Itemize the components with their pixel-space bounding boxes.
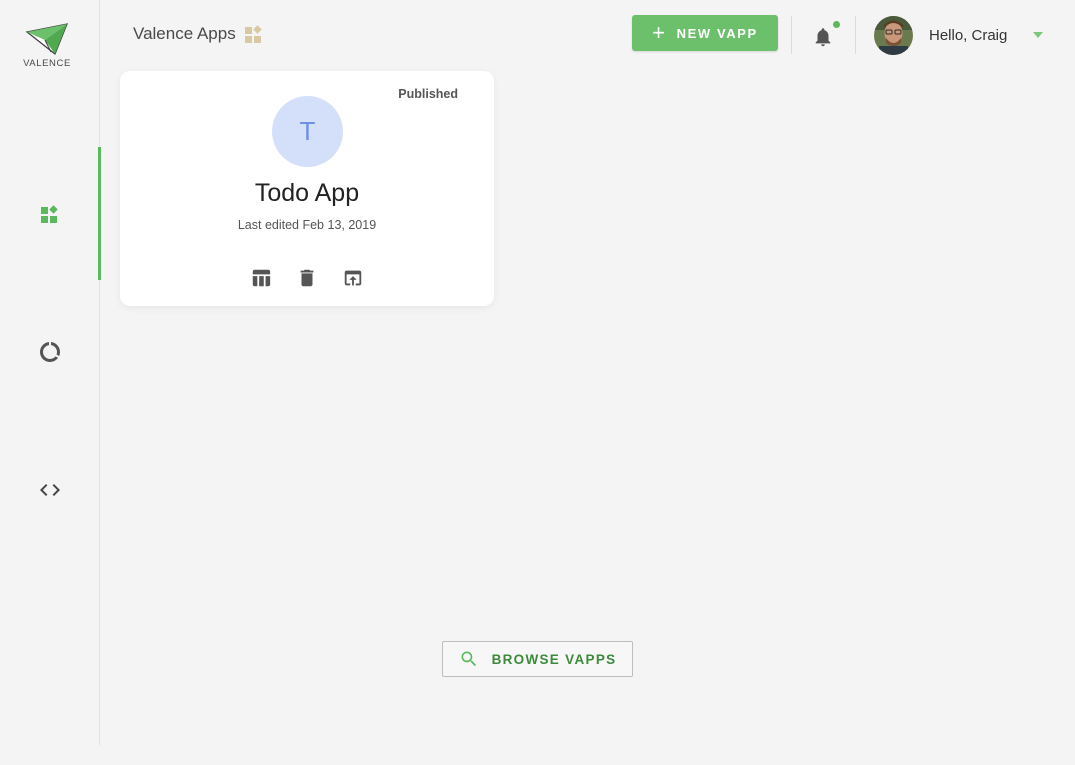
table-view-icon[interactable]: [250, 267, 272, 289]
sidebar-item-progress[interactable]: [0, 332, 100, 372]
valence-logo[interactable]: VALENCE: [22, 22, 72, 70]
search-icon: [459, 649, 479, 669]
sidebar-item-code[interactable]: [0, 470, 100, 510]
app-card[interactable]: Published T Todo App Last edited Feb 13,…: [120, 71, 494, 306]
header-divider: [855, 16, 856, 54]
app-avatar: T: [272, 96, 343, 167]
widgets-icon: [244, 24, 264, 44]
bell-icon[interactable]: [812, 26, 834, 48]
avatar[interactable]: [874, 16, 913, 55]
status-badge: Published: [398, 87, 458, 101]
new-vapp-label: NEW VAPP: [676, 25, 758, 41]
delete-icon[interactable]: [296, 267, 318, 289]
app-last-edited: Last edited Feb 13, 2019: [237, 218, 377, 232]
progress-ring-icon: [40, 342, 60, 362]
browse-vapps-label: BROWSE VAPPS: [491, 651, 617, 667]
plus-icon: +: [652, 20, 667, 45]
browse-vapps-button[interactable]: BROWSE VAPPS: [442, 641, 633, 677]
header-divider: [791, 16, 792, 54]
page-title: Valence Apps: [133, 24, 264, 44]
app-card-actions: [120, 267, 494, 289]
sidebar: VALENCE: [0, 0, 101, 745]
app-name: Todo App: [254, 179, 360, 207]
page-title-text: Valence Apps: [133, 24, 236, 43]
logo-text: VALENCE: [23, 58, 71, 69]
sidebar-item-apps[interactable]: [0, 147, 101, 280]
user-greeting: Hello, Craig: [929, 27, 1008, 44]
paper-plane-logo-icon: [25, 23, 68, 55]
widgets-icon: [41, 204, 58, 223]
code-brackets-icon: [40, 484, 60, 496]
chevron-down-icon[interactable]: [1033, 32, 1043, 38]
notification-badge: [833, 21, 840, 28]
new-vapp-button[interactable]: + NEW VAPP: [632, 15, 778, 51]
open-in-new-icon[interactable]: [342, 267, 364, 289]
